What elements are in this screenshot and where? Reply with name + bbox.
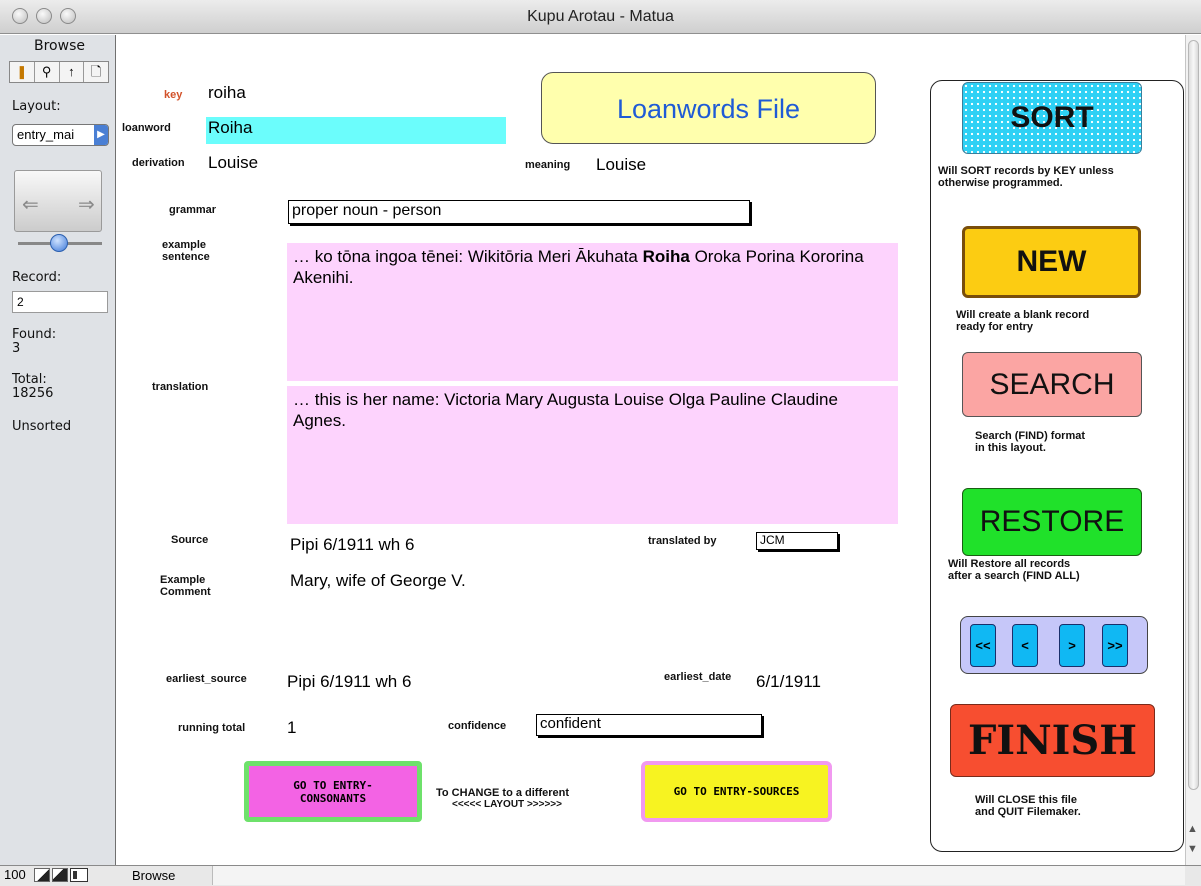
status-area-toggle-icon[interactable] <box>70 868 88 882</box>
layout-tool-icon[interactable]: ↑ <box>60 62 85 82</box>
example-sentence-label-2: sentence <box>162 251 210 263</box>
chevron-right-icon: ▶ <box>94 125 108 145</box>
example-comment-field[interactable]: Mary, wife of George V. <box>290 571 466 591</box>
new-note-1: Will create a blank record <box>956 309 1090 321</box>
scroll-up-icon[interactable]: ▲ <box>1187 823 1198 835</box>
example-sentence-label-1: example <box>162 239 207 251</box>
sort-note-2: otherwise programmed. <box>938 177 1063 189</box>
key-field[interactable]: roiha <box>208 83 246 103</box>
layout-select[interactable]: entry_mai ▶ <box>12 124 109 146</box>
derivation-field[interactable]: Louise <box>208 153 258 173</box>
loanword-field[interactable]: Roiha <box>206 117 506 144</box>
grammar-field[interactable]: proper noun - person <box>288 200 750 224</box>
record-label: Record: <box>12 270 62 285</box>
earliest-date-field[interactable]: 6/1/1911 <box>756 672 821 692</box>
source-label: Source <box>171 534 209 546</box>
grammar-label: grammar <box>169 204 217 216</box>
restore-note-1: Will Restore all records <box>948 558 1071 570</box>
total-count: 18256 <box>12 386 54 401</box>
example-comment-label-1: Example <box>160 574 206 586</box>
mode-title: Browse <box>34 38 85 54</box>
found-label: Found: <box>12 327 57 342</box>
window-title: Kupu Arotau - Matua <box>527 8 674 25</box>
horizontal-scrollbar[interactable] <box>212 866 1185 885</box>
earliest-date-label: earliest_date <box>664 671 732 683</box>
new-note-2: ready for entry <box>956 321 1034 333</box>
sort-button[interactable]: SORT <box>962 82 1142 154</box>
preview-tool-icon[interactable]: 🗋 <box>84 62 108 82</box>
goto-consonants-text: GO TO ENTRY- CONSONANTS <box>293 779 372 805</box>
next-record-button[interactable]: > <box>1059 624 1085 667</box>
finish-note-2: and QUIT Filemaker. <box>975 806 1081 818</box>
found-count: 3 <box>12 341 21 356</box>
goto-consonants-line-1: GO TO ENTRY- <box>293 778 373 792</box>
goto-consonants-line-2: CONSONANTS <box>299 791 367 805</box>
translation-field[interactable]: … this is her name: Victoria Mary August… <box>287 386 898 524</box>
finish-note-1: Will CLOSE this file <box>975 794 1077 806</box>
scroll-down-icon[interactable]: ▼ <box>1187 843 1198 855</box>
running-total-label: running total <box>178 722 246 734</box>
earliest-source-label: earliest_source <box>166 673 247 685</box>
derivation-label: derivation <box>132 157 185 169</box>
previous-record-icon[interactable]: ⇐ <box>22 192 39 217</box>
layout-value: entry_mai <box>17 127 75 142</box>
meaning-label: meaning <box>525 159 571 171</box>
restore-note-2: after a search (FIND ALL) <box>948 570 1080 582</box>
confidence-field[interactable]: confident <box>536 714 762 736</box>
example-sentence-field[interactable]: … ko tōna ingoa tēnei: Wikitōria Meri Āk… <box>287 243 898 381</box>
page-title: Loanwords File <box>541 72 876 144</box>
change-layout-note-2: <<<<< LAYOUT >>>>>> <box>452 799 562 810</box>
meaning-field[interactable]: Louise <box>596 155 646 175</box>
record-slider-knob[interactable] <box>50 234 68 252</box>
sort-note-1: Will SORT records by KEY unless <box>938 165 1114 177</box>
example-text-before: … ko tōna ingoa tēnei: Wikitōria Meri Āk… <box>293 247 643 266</box>
status-area <box>0 35 116 865</box>
total-label: Total: <box>12 372 47 387</box>
translated-by-field[interactable]: JCM <box>756 532 838 550</box>
last-record-button[interactable]: >> <box>1102 624 1128 667</box>
find-tool-icon[interactable]: ⚲ <box>35 62 60 82</box>
translation-label: translation <box>152 381 209 393</box>
record-number-input[interactable]: 2 <box>12 291 108 313</box>
zoom-in-icon[interactable] <box>52 868 68 882</box>
confidence-label: confidence <box>448 720 507 732</box>
first-record-button[interactable]: << <box>970 624 996 667</box>
example-comment-label-2: Comment <box>160 586 211 598</box>
goto-consonants-button[interactable]: GO TO ENTRY- CONSONANTS <box>244 761 422 822</box>
browse-tool-icon[interactable]: ❚ <box>10 62 35 82</box>
zoom-out-icon[interactable] <box>34 868 50 882</box>
next-record-icon[interactable]: ⇒ <box>78 192 95 217</box>
mode-tools: ❚ ⚲ ↑ 🗋 <box>9 61 109 83</box>
search-button[interactable]: SEARCH <box>962 352 1142 417</box>
previous-record-button[interactable]: < <box>1012 624 1038 667</box>
vertical-scroll-thumb[interactable] <box>1188 40 1199 790</box>
sort-status: Unsorted <box>12 419 72 434</box>
key-label: key <box>164 89 183 101</box>
change-layout-note-1: To CHANGE to a different <box>436 787 570 799</box>
search-note-1: Search (FIND) format <box>975 430 1086 442</box>
zoom-level[interactable]: 100 <box>4 867 26 882</box>
translated-by-label: translated by <box>648 535 717 547</box>
layout-label: Layout: <box>12 99 61 114</box>
loanword-label: loanword <box>122 122 171 134</box>
goto-sources-button[interactable]: GO TO ENTRY-SOURCES <box>641 761 832 822</box>
search-note-2: in this layout. <box>975 442 1046 454</box>
earliest-source-field[interactable]: Pipi 6/1911 wh 6 <box>287 672 411 692</box>
mode-popup[interactable]: Browse <box>132 868 175 883</box>
restore-button[interactable]: RESTORE <box>962 488 1142 556</box>
finish-button[interactable]: FINISH <box>950 704 1155 777</box>
new-record-button[interactable]: NEW <box>962 226 1141 298</box>
source-field[interactable]: Pipi 6/1911 wh 6 <box>290 535 414 555</box>
example-text-bold: Roiha <box>642 247 690 266</box>
running-total-field[interactable]: 1 <box>287 718 296 738</box>
